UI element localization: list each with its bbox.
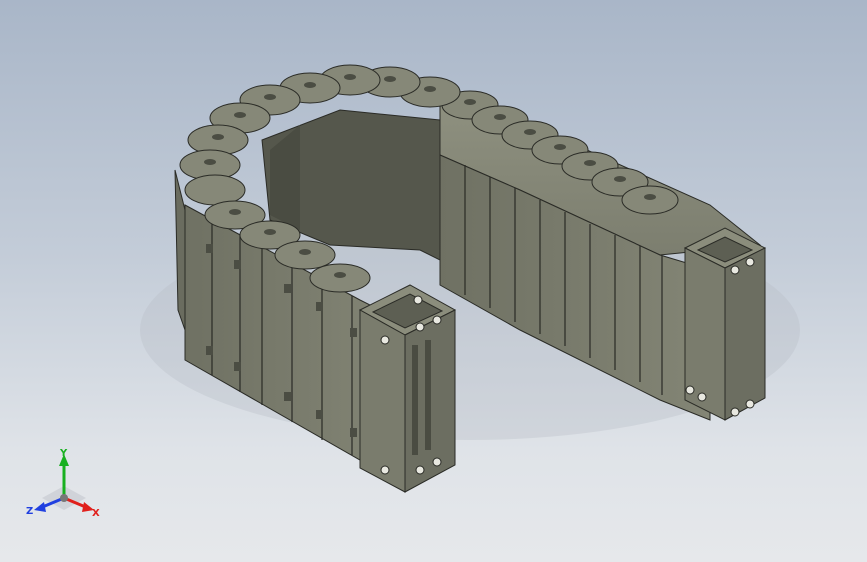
drag-chain-model[interactable] [0,0,867,562]
right-end-bracket-side [724,247,766,421]
view-orientation-triad: Y X Z [22,448,104,522]
x-axis-label: X [92,508,100,519]
graphics-viewport[interactable]: Y X Z [0,0,867,562]
z-axis-label: Z [26,506,33,517]
y-axis-label: Y [59,448,68,459]
z-axis-arrow [34,502,46,512]
